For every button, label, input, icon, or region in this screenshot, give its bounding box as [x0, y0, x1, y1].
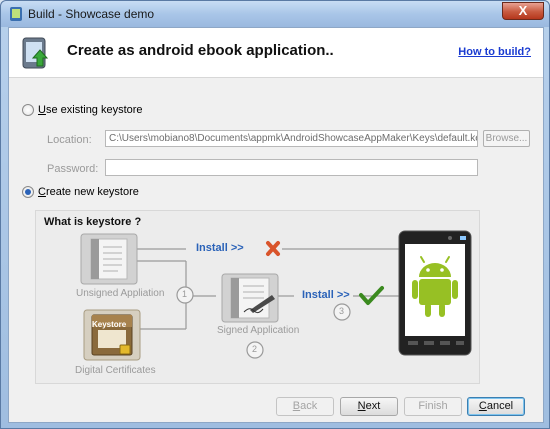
signed-application-label: Signed Application [217, 325, 300, 336]
unsigned-document-icon [80, 233, 138, 285]
create-new-keystore-option[interactable]: Create new keystore [22, 186, 139, 198]
wizard-window: Build - Showcase demo X Create as androi… [0, 0, 550, 429]
step-3-number: 3 [339, 306, 345, 316]
app-icon [10, 7, 22, 21]
finish-button[interactable]: Finish [404, 397, 462, 416]
wizard-header: Create as android ebook application.. Ho… [9, 28, 543, 78]
window-title: Build - Showcase demo [28, 7, 155, 21]
cross-icon [266, 241, 280, 256]
option-label: Create new keystore [38, 186, 139, 198]
keystore-box-icon [83, 309, 141, 361]
page-title: Create as android ebook application.. [67, 42, 334, 59]
signed-document-icon [221, 273, 279, 323]
cancel-button[interactable]: Cancel [467, 397, 525, 416]
password-field[interactable] [105, 159, 478, 176]
step-1-number: 1 [182, 289, 188, 299]
next-button[interactable]: Next [340, 397, 398, 416]
location-label: Location: [47, 134, 92, 146]
use-existing-keystore-option[interactable]: Use existing keystore [22, 104, 143, 116]
install-label-top: Install >> [196, 242, 244, 254]
browse-button[interactable]: Browse... [483, 130, 530, 147]
location-field[interactable]: C:\Users\mobiano8\Documents\appmk\Androi… [105, 130, 478, 147]
radio-button[interactable] [22, 186, 34, 198]
install-label-bottom: Install >> [302, 289, 350, 301]
radio-button[interactable] [22, 104, 34, 116]
close-button[interactable]: X [502, 2, 544, 20]
keystore-diagram: What is keystore ? Install >> Install >>… [35, 210, 480, 384]
password-label: Password: [47, 163, 99, 175]
how-to-build-link[interactable]: How to build? [458, 46, 531, 58]
phone-export-icon [22, 37, 49, 69]
step-2-number: 2 [252, 344, 258, 354]
digital-certificates-label: Digital Certificates [75, 365, 156, 376]
unsigned-application-label: Unsigned Appliation [76, 288, 165, 299]
keystore-tag: Keystore [92, 320, 127, 329]
title-bar[interactable]: Build - Showcase demo X [1, 1, 549, 27]
option-label: Use existing keystore [38, 104, 143, 116]
android-phone-icon [398, 230, 472, 356]
wizard-body: Create as android ebook application.. Ho… [8, 27, 544, 423]
back-button[interactable]: Back [276, 397, 334, 416]
